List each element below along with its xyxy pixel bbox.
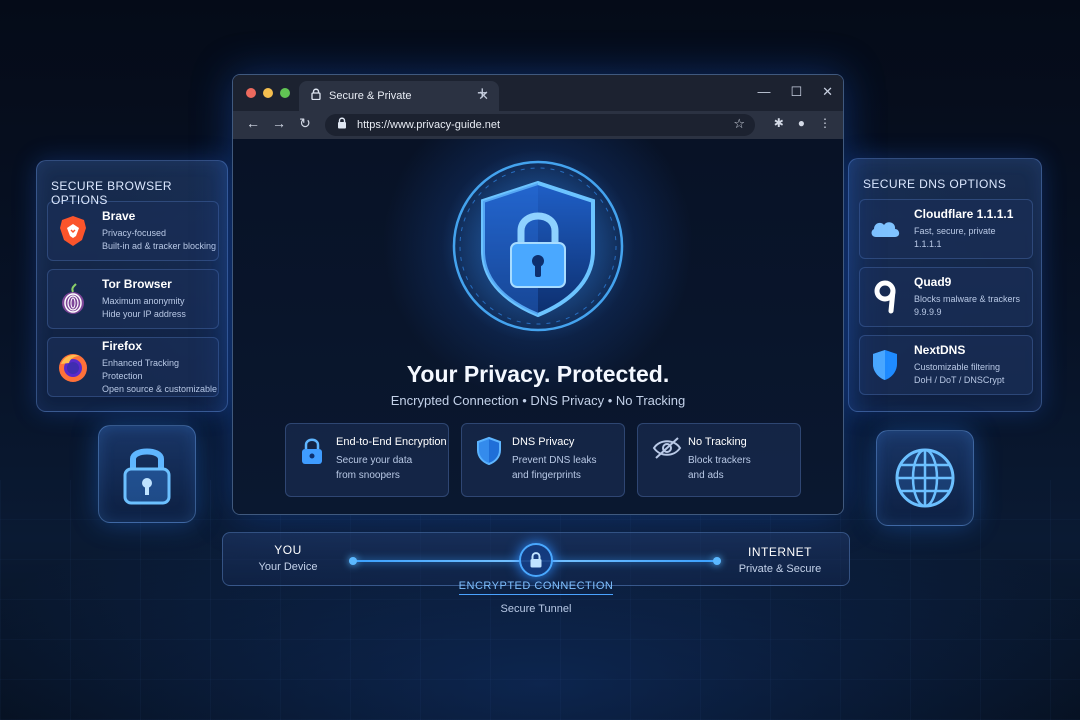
connection-node bbox=[349, 557, 357, 565]
connection-diagram: YOU Your Device INTERNET Private & Secur… bbox=[222, 532, 850, 586]
globe-tile bbox=[876, 430, 974, 526]
address-bar[interactable]: https://www.privacy-guide.net ☆ bbox=[325, 114, 755, 136]
option-desc: Blocks malware & trackers bbox=[914, 294, 1021, 304]
feature-name: DNS Privacy bbox=[512, 436, 575, 448]
back-arrow-icon[interactable]: ← bbox=[243, 115, 263, 131]
option-desc: 1.1.1.1 bbox=[914, 239, 942, 249]
firefox-icon bbox=[56, 348, 90, 386]
feature-desc: and ads bbox=[688, 470, 724, 481]
shield-icon bbox=[476, 436, 502, 496]
shield-lock-emblem-icon bbox=[442, 151, 634, 342]
maximize-window-button[interactable] bbox=[280, 88, 290, 98]
globe-icon bbox=[895, 448, 955, 508]
option-desc: 9.9.9.9 bbox=[914, 307, 942, 317]
forward-arrow-icon[interactable]: → bbox=[269, 115, 289, 131]
feature-desc: and fingerprints bbox=[512, 470, 581, 481]
browser-window: Secure & Private ✕ + — ☐ ✕ ← → ↻ https:/… bbox=[232, 74, 844, 515]
option-name: Firefox bbox=[102, 338, 143, 353]
connection-node bbox=[713, 557, 721, 565]
feature-name: No Tracking bbox=[688, 436, 747, 448]
toolbar-actions: ✱ ● ⋮ bbox=[774, 116, 831, 130]
minimize-window-button[interactable] bbox=[263, 88, 273, 98]
option-desc: Maximum anonymity bbox=[102, 296, 185, 306]
feature-desc: from snoopers bbox=[336, 470, 400, 481]
option-name: NextDNS bbox=[914, 343, 966, 357]
browser-toolbar: ← → ↻ https://www.privacy-guide.net ☆ ✱ … bbox=[233, 111, 843, 139]
brave-icon bbox=[56, 212, 90, 250]
profile-avatar-icon[interactable]: ● bbox=[798, 116, 805, 130]
maximize-icon[interactable]: ☐ bbox=[790, 84, 802, 100]
lock-icon bbox=[311, 87, 321, 105]
tab-bar: Secure & Private ✕ + — ☐ ✕ bbox=[233, 75, 843, 111]
connection-endpoint-you: YOU Your Device bbox=[243, 543, 333, 573]
nextdns-icon bbox=[868, 346, 902, 384]
option-desc: Customizable filtering bbox=[914, 362, 1001, 372]
option-desc: Enhanced Tracking Protection bbox=[102, 357, 180, 381]
secure-tunnel-label: Secure Tunnel bbox=[500, 603, 572, 615]
option-name: Cloudflare 1.1.1.1 bbox=[914, 207, 1014, 221]
option-desc: Hide your IP address bbox=[102, 309, 186, 319]
reload-icon[interactable]: ↻ bbox=[295, 115, 315, 132]
dns-option-cloudflare[interactable]: Cloudflare 1.1.1.1 Fast, secure, private… bbox=[859, 199, 1033, 259]
secure-dns-options-panel: SECURE DNS OPTIONS Cloudflare 1.1.1.1 Fa… bbox=[848, 158, 1042, 412]
option-name: Tor Browser bbox=[102, 277, 172, 291]
tunnel-lock-icon bbox=[519, 543, 553, 577]
feature-card-encryption: End-to-End Encryption Secure your data f… bbox=[285, 423, 449, 497]
option-desc: Built-in ad & tracker blocking bbox=[102, 241, 217, 251]
url-text: https://www.privacy-guide.net bbox=[357, 119, 501, 131]
padlock-tile bbox=[98, 425, 196, 523]
browser-option-brave[interactable]: Brave Privacy-focused Built-in ad & trac… bbox=[47, 201, 219, 261]
cloudflare-icon bbox=[868, 210, 902, 248]
feature-desc: Block trackers bbox=[688, 455, 751, 466]
panel-title: SECURE BROWSER OPTIONS bbox=[51, 179, 172, 207]
secure-browser-options-panel: SECURE BROWSER OPTIONS Brave Privacy-foc… bbox=[36, 160, 228, 412]
eye-slash-icon bbox=[652, 436, 682, 496]
lock-icon bbox=[300, 436, 326, 496]
endpoint-subtitle: Private & Secure bbox=[738, 563, 822, 575]
feature-cards: End-to-End Encryption Secure your data f… bbox=[285, 423, 801, 497]
quad9-icon bbox=[868, 278, 902, 316]
page-content: Your Privacy. Protected. Encrypted Conne… bbox=[233, 139, 843, 514]
window-controls: — ☐ ✕ bbox=[757, 84, 833, 100]
browser-option-tor[interactable]: Tor Browser Maximum anonymity Hide your … bbox=[47, 269, 219, 329]
endpoint-subtitle: Your Device bbox=[258, 561, 318, 573]
new-tab-button[interactable]: + bbox=[477, 83, 488, 104]
hero-title: Your Privacy. Protected. bbox=[406, 361, 670, 387]
extensions-puzzle-icon[interactable]: ✱ bbox=[774, 116, 784, 130]
option-name: Quad9 bbox=[914, 275, 952, 289]
close-icon[interactable]: ✕ bbox=[822, 84, 833, 100]
close-window-button[interactable] bbox=[246, 88, 256, 98]
option-desc: Fast, secure, private bbox=[914, 226, 996, 236]
connection-endpoint-internet: INTERNET Private & Secure bbox=[725, 545, 835, 575]
minimize-icon[interactable]: — bbox=[757, 84, 770, 100]
option-desc: DoH / DoT / DNSCrypt bbox=[914, 375, 1005, 385]
bookmark-star-icon[interactable]: ☆ bbox=[733, 116, 745, 132]
dns-option-nextdns[interactable]: NextDNS Customizable filtering DoH / DoT… bbox=[859, 335, 1033, 395]
browser-option-firefox[interactable]: Firefox Enhanced Tracking Protection Ope… bbox=[47, 337, 219, 397]
tab-secure-private[interactable]: Secure & Private ✕ bbox=[299, 81, 499, 111]
hero-subtitle: Encrypted Connection • DNS Privacy • No … bbox=[390, 393, 686, 408]
panel-title: SECURE DNS OPTIONS bbox=[863, 177, 1007, 191]
feature-desc: Secure your data bbox=[336, 455, 413, 466]
endpoint-title: YOU bbox=[274, 543, 302, 557]
lock-icon bbox=[337, 116, 347, 134]
padlock-icon bbox=[123, 448, 171, 505]
option-desc: Open source & customizable bbox=[102, 383, 218, 394]
option-name: Brave bbox=[102, 209, 136, 223]
feature-desc: Prevent DNS leaks bbox=[512, 455, 597, 466]
endpoint-title: INTERNET bbox=[748, 545, 812, 559]
feature-name: End-to-End Encryption bbox=[336, 436, 447, 448]
option-desc: Privacy-focused bbox=[102, 228, 167, 238]
more-menu-icon[interactable]: ⋮ bbox=[819, 116, 831, 130]
feature-card-dns-privacy: DNS Privacy Prevent DNS leaks and finger… bbox=[461, 423, 625, 497]
tab-title: Secure & Private bbox=[329, 90, 412, 102]
window-traffic-lights bbox=[246, 88, 290, 98]
tor-icon bbox=[56, 280, 90, 318]
feature-card-no-tracking: No Tracking Block trackers and ads bbox=[637, 423, 801, 497]
dns-option-quad9[interactable]: Quad9 Blocks malware & trackers 9.9.9.9 bbox=[859, 267, 1033, 327]
encrypted-connection-label: ENCRYPTED CONNECTION bbox=[222, 580, 850, 595]
